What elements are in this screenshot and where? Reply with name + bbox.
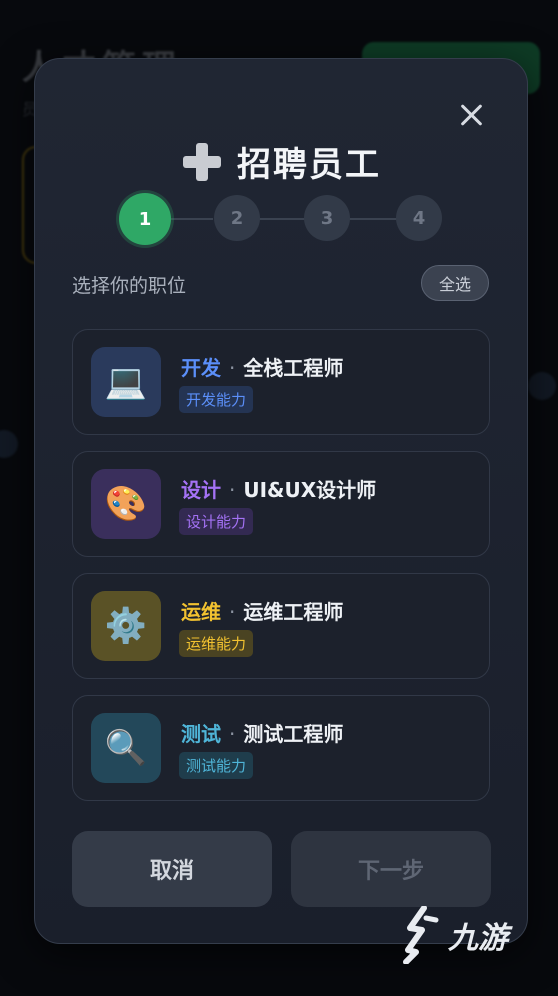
job-category: 设计 bbox=[181, 478, 221, 502]
gear-icon: ⚙️ bbox=[91, 591, 161, 661]
job-card-dev[interactable]: 💻 开发 · 全栈工程师 开发能力 bbox=[72, 329, 490, 435]
job-headline: 运维 · 运维工程师 bbox=[181, 600, 344, 624]
job-skill-tag: 运维能力 bbox=[179, 630, 254, 657]
job-role: 运维工程师 bbox=[243, 600, 344, 624]
job-skill-tag: 开发能力 bbox=[179, 386, 254, 413]
step-connector bbox=[169, 218, 213, 220]
step-indicator: 1 2 3 4 bbox=[119, 193, 442, 245]
section-label: 选择你的职位 bbox=[72, 275, 187, 297]
modal-header: 招聘员工 bbox=[35, 137, 527, 186]
job-card-qa[interactable]: 🔍 测试 · 测试工程师 测试能力 bbox=[72, 695, 490, 801]
job-card-ops[interactable]: ⚙️ 运维 · 运维工程师 运维能力 bbox=[72, 573, 490, 679]
magnifier-icon: 🔍 bbox=[91, 713, 161, 783]
cancel-button[interactable]: 取消 bbox=[72, 831, 272, 907]
job-headline: 测试 · 测试工程师 bbox=[181, 722, 344, 746]
job-skill-tag: 设计能力 bbox=[179, 508, 254, 535]
plus-icon bbox=[181, 141, 223, 183]
laptop-icon: 💻 bbox=[91, 347, 161, 417]
step-4: 4 bbox=[396, 195, 442, 241]
job-role: UI&UX设计师 bbox=[243, 478, 377, 502]
step-connector bbox=[349, 218, 397, 220]
step-connector bbox=[259, 218, 305, 220]
palette-icon: 🎨 bbox=[91, 469, 161, 539]
job-card-design[interactable]: 🎨 设计 · UI&UX设计师 设计能力 bbox=[72, 451, 490, 557]
job-skill-tag: 测试能力 bbox=[179, 752, 254, 779]
watermark: 九游 bbox=[402, 906, 508, 964]
job-category: 开发 bbox=[181, 356, 221, 380]
job-category: 测试 bbox=[181, 722, 221, 746]
job-category: 运维 bbox=[181, 600, 221, 624]
select-all-button[interactable]: 全选 bbox=[421, 265, 489, 301]
job-headline: 开发 · 全栈工程师 bbox=[181, 356, 344, 380]
nine-game-logo-icon bbox=[403, 906, 439, 964]
job-role: 测试工程师 bbox=[243, 722, 344, 746]
job-role: 全栈工程师 bbox=[243, 356, 344, 380]
step-1: 1 bbox=[119, 193, 171, 245]
close-icon[interactable] bbox=[455, 99, 487, 131]
next-step-button[interactable]: 下一步 bbox=[291, 831, 491, 907]
watermark-text: 九游 bbox=[448, 921, 508, 956]
step-3: 3 bbox=[304, 195, 350, 241]
step-2: 2 bbox=[214, 195, 260, 241]
hire-employee-modal: 招聘员工 1 2 3 4 选择你的职位 全选 💻 开发 · 全栈工程师 开发能力 🎨… bbox=[34, 58, 528, 944]
job-headline: 设计 · UI&UX设计师 bbox=[181, 478, 377, 502]
modal-title: 招聘员工 bbox=[237, 145, 381, 185]
